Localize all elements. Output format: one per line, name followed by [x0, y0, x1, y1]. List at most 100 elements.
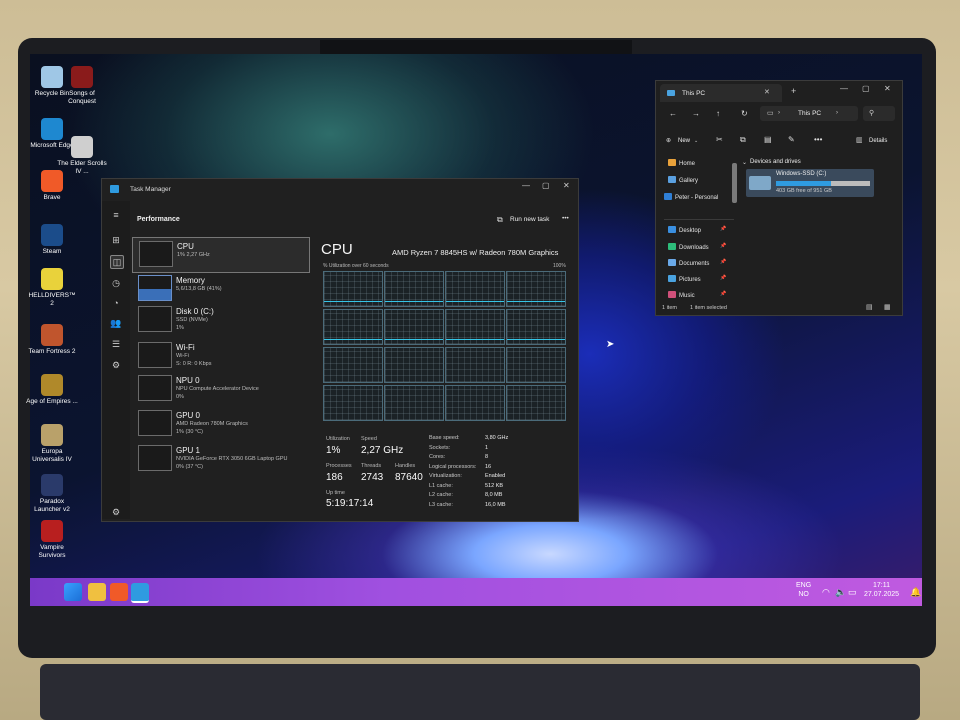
nav-item-label: Pictures [679, 277, 701, 283]
tab-close-icon[interactable]: ✕ [764, 88, 770, 96]
task-manager-app-icon [110, 185, 119, 193]
mini-graph [139, 241, 173, 267]
resource-item[interactable]: CPU 1% 2,27 GHz [132, 237, 310, 273]
paste-icon[interactable]: ▤ [764, 135, 772, 144]
cut-icon[interactable]: ✂ [716, 135, 723, 144]
forward-arrow-icon[interactable]: → [692, 109, 700, 118]
new-plus-icon: ⊕ [666, 138, 672, 144]
pin-icon[interactable]: 📌 [720, 291, 726, 297]
refresh-icon[interactable]: ↻ [741, 109, 748, 118]
nav-scrollbar[interactable] [732, 163, 737, 203]
search-box[interactable]: ⚲ [863, 106, 895, 121]
wifi-icon[interactable]: ◠ [822, 587, 830, 598]
resource-usage: 0% [176, 394, 184, 400]
desktop-icon[interactable]: Team Fortress 2 [26, 324, 78, 356]
resource-item[interactable]: NPU 0 NPU Compute Accelerator Device 0% [132, 372, 308, 406]
nav-item[interactable]: Peter - Personal [664, 193, 718, 201]
battery-icon[interactable]: ▭ [848, 587, 857, 598]
clock[interactable]: 17:11 27.07.2025 [864, 581, 899, 599]
threads-value: 2743 [361, 472, 384, 483]
start-windows-icon[interactable] [64, 583, 82, 601]
processes-icon[interactable]: ⊞ [110, 234, 122, 246]
desktop-icon[interactable]: Songs of Conquest [56, 66, 108, 105]
task-manager-window[interactable]: Task Manager — ▢ ✕ ≡ ⊞ ◫ ◷ ◔ 👥 ☰ ⚙ ⚙ Per… [101, 178, 579, 522]
details-view-icon[interactable]: ▤ [866, 303, 873, 311]
chevron-right-icon: › [836, 110, 838, 116]
nav-item[interactable]: Desktop [668, 226, 701, 234]
explorer-tab[interactable]: This PC ✕ [660, 84, 782, 102]
new-button[interactable]: New [678, 138, 690, 144]
core-graph [445, 309, 505, 345]
close-button[interactable]: ✕ [884, 84, 891, 93]
startup-apps-icon[interactable]: ◔ [110, 297, 122, 309]
tiles-view-icon[interactable]: ▦ [884, 303, 891, 311]
file-explorer-taskbar-icon[interactable] [88, 583, 106, 601]
resource-item[interactable]: GPU 0 AMD Radeon 780M Graphics 1% (30 °C) [132, 407, 308, 441]
pin-icon[interactable]: 📌 [720, 243, 726, 249]
close-button[interactable]: ✕ [563, 181, 570, 190]
notification-bell-icon[interactable]: 🔔 [910, 587, 921, 598]
folder-icon [668, 159, 676, 166]
minimize-button[interactable]: — [840, 84, 848, 93]
settings-gear-icon[interactable]: ⚙ [110, 506, 122, 518]
resource-item[interactable]: Memory 5,6/13,8 GB (41%) [132, 272, 308, 306]
app-icon [41, 424, 63, 446]
pin-icon[interactable]: 📌 [720, 275, 726, 281]
copy-icon[interactable]: ⧉ [740, 135, 746, 145]
details-icon[interactable]: ☰ [110, 338, 122, 350]
nav-item[interactable]: Pictures [668, 275, 701, 283]
maximize-button[interactable]: ▢ [862, 84, 870, 93]
desktop-icon[interactable]: Europa Universalis IV [26, 424, 78, 463]
spec-key: Sockets: [429, 444, 451, 451]
app-history-icon[interactable]: ◷ [110, 277, 122, 289]
hamburger-menu-icon[interactable]: ≡ [110, 209, 122, 221]
users-icon[interactable]: 👥 [110, 317, 122, 329]
resource-item[interactable]: GPU 1 NVIDIA GeForce RTX 3050 6GB Laptop … [132, 442, 308, 476]
search-icon: ⚲ [869, 110, 875, 117]
drive-tile-c[interactable]: Windows-SSD (C:) 403 GB free of 951 GB [746, 169, 874, 197]
drive-name: Windows-SSD (C:) [776, 171, 827, 177]
nav-item[interactable]: Documents [668, 259, 709, 267]
desktop-icon[interactable]: Age of Empires ... [26, 374, 78, 406]
desktop-icon[interactable]: Paradox Launcher v2 [26, 474, 78, 513]
more-options-button[interactable]: ••• [562, 215, 569, 222]
volume-icon[interactable]: 🔈 [835, 587, 846, 598]
core-graph [384, 271, 444, 307]
performance-icon[interactable]: ◫ [110, 255, 124, 269]
resource-item[interactable]: Disk 0 (C:) SSD (NVMe) 1% [132, 303, 308, 337]
task-manager-taskbar-icon[interactable] [131, 583, 149, 603]
nav-item[interactable]: Gallery [668, 176, 698, 184]
new-tab-button[interactable]: + [791, 86, 796, 96]
computer-icon: ▭ [767, 110, 774, 117]
address-text: This PC [798, 110, 822, 117]
maximize-button[interactable]: ▢ [542, 181, 550, 190]
resource-name: Memory [176, 276, 205, 285]
services-icon[interactable]: ⚙ [110, 359, 122, 371]
pin-icon[interactable]: 📌 [720, 226, 726, 232]
minimize-button[interactable]: — [522, 181, 530, 190]
resource-item[interactable]: Wi-Fi Wi-Fi S: 0 R: 0 Kbps [132, 339, 308, 373]
back-arrow-icon[interactable]: ← [669, 109, 677, 118]
rename-icon[interactable]: ✎ [788, 135, 795, 144]
desktop-icon[interactable]: HELLDIVERS™ 2 [26, 268, 78, 307]
up-arrow-icon[interactable]: ↑ [716, 109, 720, 118]
desktop-icon[interactable]: Steam [26, 224, 78, 256]
mini-graph [138, 410, 172, 436]
brave-taskbar-icon[interactable] [110, 583, 128, 601]
file-explorer-window[interactable]: This PC ✕ + — ▢ ✕ ← → ↑ ↻ ▭ › This PC › … [655, 80, 903, 316]
address-bar[interactable]: ▭ › This PC › [760, 106, 858, 121]
spec-value: 512 KB [485, 482, 504, 489]
nav-item[interactable]: Home [668, 159, 695, 167]
run-new-task-button[interactable]: Run new task [510, 216, 549, 223]
details-button[interactable]: Details [869, 138, 887, 144]
more-options-button[interactable]: ••• [814, 135, 822, 144]
desktop-icon[interactable]: Brave [26, 170, 78, 202]
folder-icon [668, 275, 676, 282]
nav-item[interactable]: Downloads [668, 243, 709, 251]
input-language[interactable]: ENG NO [796, 581, 811, 599]
pin-icon[interactable]: 📌 [720, 259, 726, 265]
core-graph [323, 385, 383, 421]
desktop-icon[interactable]: Vampire Survivors [26, 520, 78, 559]
graph-max: 100% [553, 263, 566, 269]
nav-item[interactable]: Music [668, 291, 695, 299]
